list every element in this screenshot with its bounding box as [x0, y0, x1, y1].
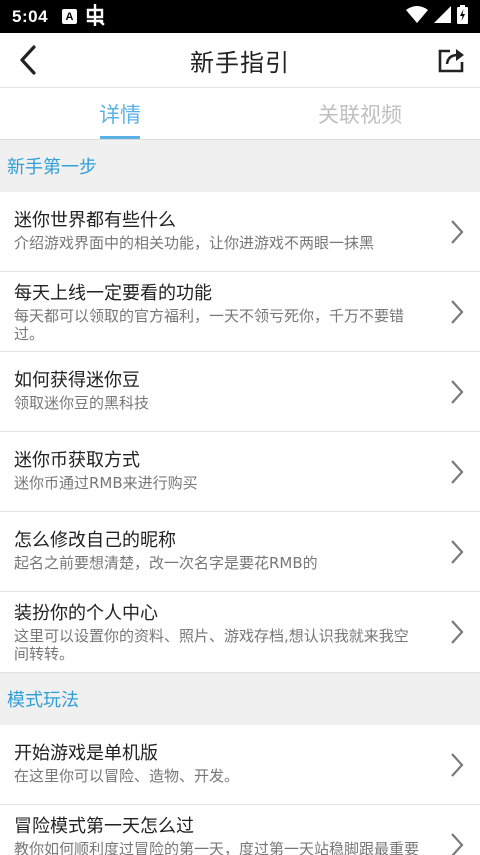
list-item[interactable]: 开始游戏是单机版 在这里你可以冒险、造物、开发。	[0, 725, 480, 805]
item-description: 领取迷你豆的黑科技	[14, 394, 150, 412]
item-title: 如何获得迷你豆	[14, 370, 140, 391]
chevron-right-icon	[451, 299, 464, 324]
back-arrow-icon	[20, 45, 36, 75]
bug-icon	[85, 3, 105, 30]
share-icon	[438, 49, 464, 73]
item-title: 每天上线一定要看的功能	[14, 283, 212, 304]
list-item[interactable]: 如何获得迷你豆 领取迷你豆的黑科技	[0, 352, 480, 432]
chevron-right-icon	[451, 832, 464, 855]
section-header-modes: 模式玩法	[0, 673, 480, 725]
chevron-right-icon	[451, 459, 464, 484]
tab-details[interactable]: 详情	[0, 88, 240, 139]
status-bar: 5:04 A	[0, 0, 480, 33]
tab-active-indicator	[100, 136, 140, 139]
status-icons	[406, 5, 468, 28]
item-title: 开始游戏是单机版	[14, 743, 158, 764]
chevron-right-icon	[451, 539, 464, 564]
list-item[interactable]: 迷你币获取方式 迷你币通过RMB来进行购买	[0, 432, 480, 512]
tab-related-videos[interactable]: 关联视频	[240, 88, 480, 139]
item-description: 起名之前要想清楚，改一次名字是要花RMB的	[14, 554, 318, 572]
item-description: 在这里你可以冒险、造物、开发。	[14, 767, 240, 785]
page-title: 新手指引	[190, 48, 290, 77]
chevron-right-icon	[451, 620, 464, 644]
list-item[interactable]: 冒险模式第一天怎么过 教你如何顺利度过冒险的第一天，度过第一天站稳脚跟最重要	[0, 805, 480, 855]
status-time: 5:04	[12, 6, 49, 26]
list-item[interactable]: 怎么修改自己的昵称 起名之前要想清楚，改一次名字是要花RMB的	[0, 512, 480, 592]
tab-bar: 详情 关联视频	[0, 87, 480, 140]
item-description: 每天都可以领取的官方福利，一天不领亏死你，千万不要错过。	[14, 307, 405, 343]
item-description: 介绍游戏界面中的相关功能，让你进游戏不两眼一抹黑	[14, 234, 375, 252]
toolbar: 新手指引	[0, 33, 480, 87]
item-title: 怎么修改自己的昵称	[14, 530, 176, 551]
item-description: 迷你币通过RMB来进行购买	[14, 474, 198, 492]
guide-list[interactable]: 新手第一步 迷你世界都有些什么 介绍游戏界面中的相关功能，让你进游戏不两眼一抹黑…	[0, 140, 480, 855]
list-item[interactable]: 装扮你的个人中心 这里可以设置你的资料、照片、游戏存档,想认识我就来我空间转转。	[0, 592, 480, 673]
list-item[interactable]: 每天上线一定要看的功能 每天都可以领取的官方福利，一天不领亏死你，千万不要错过。	[0, 272, 480, 352]
chevron-right-icon	[451, 219, 464, 244]
item-description: 这里可以设置你的资料、照片、游戏存档,想认识我就来我空间转转。	[14, 627, 409, 663]
back-button[interactable]	[12, 44, 44, 76]
item-title: 装扮你的个人中心	[14, 603, 158, 624]
chevron-right-icon	[451, 752, 464, 777]
item-title: 冒险模式第一天怎么过	[14, 816, 194, 837]
tab-details-label: 详情	[99, 102, 141, 127]
item-description: 教你如何顺利度过冒险的第一天，度过第一天站稳脚跟最重要	[14, 840, 420, 855]
tab-related-videos-label: 关联视频	[318, 102, 402, 127]
wifi-icon	[406, 6, 428, 27]
battery-icon	[457, 5, 468, 28]
a-notification-icon: A	[62, 9, 78, 24]
item-title: 迷你币获取方式	[14, 450, 140, 471]
share-button[interactable]	[436, 44, 468, 76]
signal-icon	[434, 6, 451, 27]
status-notifications: A	[62, 3, 105, 30]
section-header-beginner: 新手第一步	[0, 140, 480, 192]
list-item[interactable]: 迷你世界都有些什么 介绍游戏界面中的相关功能，让你进游戏不两眼一抹黑	[0, 192, 480, 272]
chevron-right-icon	[451, 379, 464, 404]
item-title: 迷你世界都有些什么	[14, 210, 176, 231]
